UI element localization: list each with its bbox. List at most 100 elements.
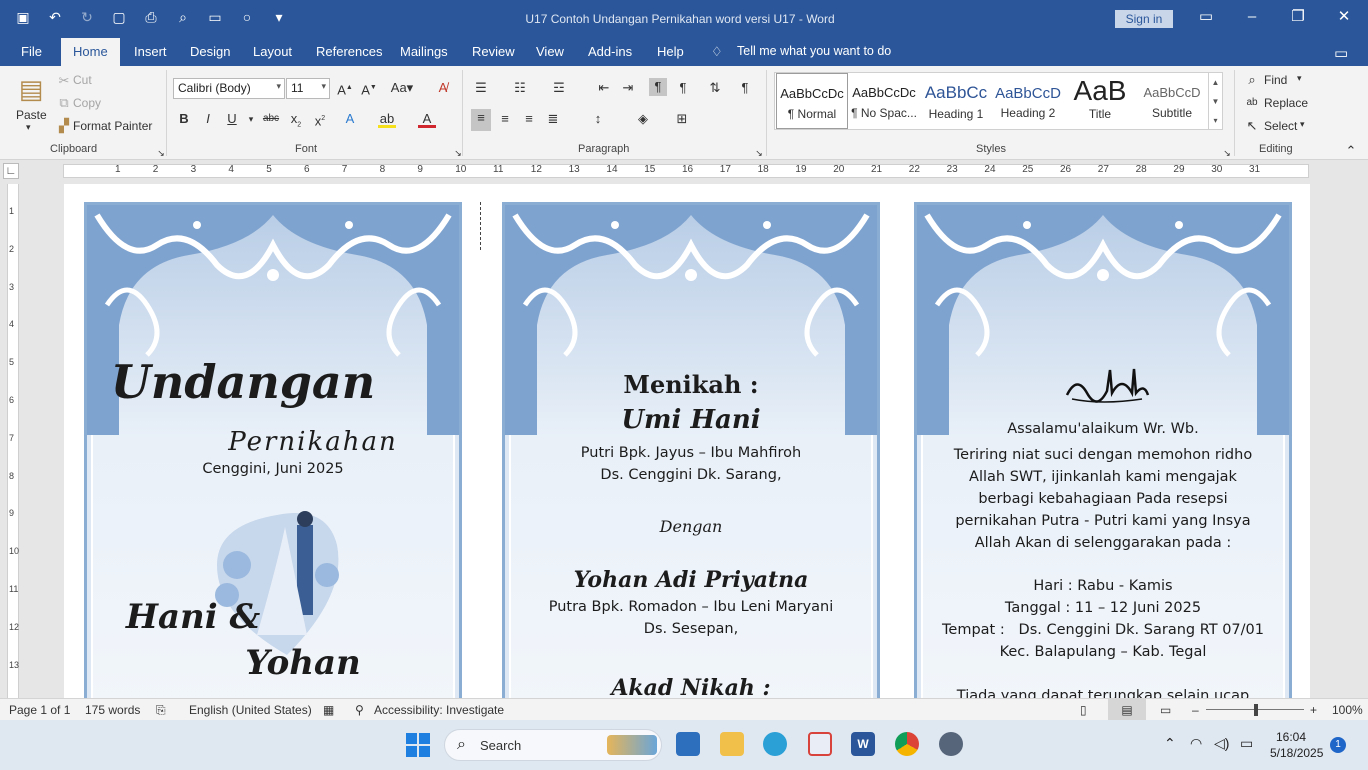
undo-icon[interactable]: ↶ xyxy=(46,8,64,26)
font-size-combo[interactable]: 11 ▾ xyxy=(286,78,330,99)
style-heading-2[interactable]: AaBbCcD Heading 2 xyxy=(992,73,1064,129)
paste-button[interactable]: Paste xyxy=(16,108,47,122)
highlight-icon[interactable]: ab xyxy=(378,110,396,128)
align-center-icon[interactable]: ≡ xyxy=(496,110,514,128)
volume-icon[interactable]: ◁) xyxy=(1214,735,1229,752)
predictions-icon[interactable]: ▦ xyxy=(323,703,334,717)
show-formatting-icon[interactable]: ¶ xyxy=(736,79,754,97)
find-icon[interactable]: ⌕ xyxy=(1243,71,1261,89)
format-painter-icon[interactable]: ▞ xyxy=(55,117,73,135)
page-count[interactable]: Page 1 of 1 xyxy=(9,703,70,717)
word-count[interactable]: 175 words xyxy=(85,703,140,717)
font-name-combo[interactable]: Calibri (Body) ▾ xyxy=(173,78,285,99)
file-explorer-icon[interactable] xyxy=(720,732,744,756)
tab-view[interactable]: View xyxy=(536,44,564,59)
clear-formatting-icon[interactable]: A̸ xyxy=(434,79,452,97)
bullets-icon[interactable]: ☰ xyxy=(472,79,490,97)
show-hidden-icons-icon[interactable]: ⌃ xyxy=(1164,735,1176,752)
web-layout-icon[interactable]: ▭ xyxy=(1160,703,1171,717)
strikethrough-icon[interactable]: abc xyxy=(262,110,280,128)
superscript-icon[interactable]: x2 xyxy=(311,110,329,128)
read-mode-icon[interactable]: ▯ xyxy=(1080,703,1087,717)
invitation-details-card[interactable]: Assalamu'alaikum Wr. Wb. Teriring niat s… xyxy=(914,202,1292,698)
find-button[interactable]: Find xyxy=(1264,73,1287,87)
customize-toolbar-icon[interactable]: ▾ xyxy=(270,8,288,26)
clock-date[interactable]: 5/18/2025 xyxy=(1270,746,1323,760)
tab-add-ins[interactable]: Add-ins xyxy=(588,44,632,59)
taskbar-search[interactable]: ⌕ Search xyxy=(444,729,662,761)
ribbon-display-options-icon[interactable]: ▭ xyxy=(1192,6,1220,28)
italic-icon[interactable]: I xyxy=(199,110,217,128)
decrease-indent-icon[interactable]: ⇤ xyxy=(595,79,613,97)
increase-indent-icon[interactable]: ⇥ xyxy=(619,79,637,97)
paste-icon[interactable]: ▤ xyxy=(16,72,46,106)
invitation-cover-card[interactable]: Undangan Pernikahan Cenggini, Juni 2025 … xyxy=(84,202,462,698)
grow-font-icon[interactable]: A▲ xyxy=(336,79,354,97)
style-no-spacing[interactable]: AaBbCcDc ¶ No Spac... xyxy=(848,73,920,129)
sort-icon[interactable]: ⇅ xyxy=(706,79,724,97)
shading-icon[interactable]: ◈ xyxy=(634,110,652,128)
sign-in-button[interactable]: Sign in xyxy=(1115,10,1173,28)
tab-insert[interactable]: Insert xyxy=(134,44,167,59)
invitation-couple-card[interactable]: Menikah : Umi Hani Putri Bpk. Jayus – Ib… xyxy=(502,202,880,698)
align-left-icon[interactable]: ≡ xyxy=(471,109,491,131)
select-button[interactable]: Select xyxy=(1264,119,1297,133)
open-folder-icon[interactable]: ▭ xyxy=(206,8,224,26)
underline-dropdown-icon[interactable]: ▾ xyxy=(242,110,260,128)
tab-references[interactable]: References xyxy=(316,44,382,59)
print-layout-icon[interactable]: ▤ xyxy=(1108,699,1146,720)
tab-layout[interactable]: Layout xyxy=(253,44,292,59)
numbering-icon[interactable]: ☷ xyxy=(511,79,529,97)
tab-selector-icon[interactable]: ∟ xyxy=(3,163,19,179)
tab-help[interactable]: Help xyxy=(657,44,684,59)
comments-icon[interactable]: ▭ xyxy=(1334,44,1348,62)
collapse-ribbon-icon[interactable]: ⌃ xyxy=(1342,142,1360,160)
style-subtitle[interactable]: AaBbCcD Subtitle xyxy=(1136,73,1208,129)
style-heading-1[interactable]: AaBbCc Heading 1 xyxy=(920,73,992,129)
new-document-icon[interactable]: ▢ xyxy=(110,8,128,26)
app-icon[interactable] xyxy=(939,732,963,756)
clock-time[interactable]: 16:04 xyxy=(1276,730,1306,744)
redo-icon[interactable]: ↻ xyxy=(78,8,96,26)
style-title[interactable]: AaB Title xyxy=(1064,73,1136,129)
minimize-icon[interactable]: – xyxy=(1238,6,1266,28)
tab-review[interactable]: Review xyxy=(472,44,515,59)
chrome-icon[interactable] xyxy=(895,732,919,756)
replace-button[interactable]: Replace xyxy=(1264,96,1308,110)
start-icon[interactable] xyxy=(406,733,430,757)
styles-scroll[interactable]: ▲ ▼ ▾ xyxy=(1208,73,1222,129)
wifi-icon[interactable]: ◠ xyxy=(1190,735,1202,752)
store-app-icon[interactable] xyxy=(676,732,700,756)
change-case-icon[interactable]: Aa▾ xyxy=(388,79,416,97)
tab-file[interactable]: File xyxy=(21,44,42,59)
tab-home[interactable]: Home xyxy=(61,38,120,66)
shrink-font-icon[interactable]: A▼ xyxy=(360,79,378,97)
line-spacing-icon[interactable]: ↕ xyxy=(589,110,607,128)
rtl-direction-icon[interactable]: ¶ xyxy=(674,79,692,97)
restore-icon[interactable]: ❐ xyxy=(1284,6,1312,28)
tell-me-search[interactable]: Tell me what you want to do xyxy=(737,44,891,58)
print-preview-icon[interactable]: ⌕ xyxy=(174,8,192,26)
subscript-icon[interactable]: x2 xyxy=(287,110,305,129)
document-area[interactable]: Undangan Pernikahan Cenggini, Juni 2025 … xyxy=(24,184,1368,698)
edge-icon[interactable] xyxy=(763,732,787,756)
close-icon[interactable]: ✕ xyxy=(1330,6,1358,28)
zoom-in-icon[interactable]: + xyxy=(1310,703,1317,717)
replace-icon[interactable]: ab xyxy=(1243,94,1261,112)
font-color-icon[interactable]: A xyxy=(418,110,436,128)
format-painter-button[interactable]: Format Painter xyxy=(73,119,152,133)
accessibility-icon[interactable]: ⚲ xyxy=(355,703,364,717)
tab-design[interactable]: Design xyxy=(190,44,230,59)
battery-icon[interactable]: ▭ xyxy=(1240,735,1253,752)
notification-badge[interactable]: 1 xyxy=(1330,737,1346,753)
snipping-tool-icon[interactable] xyxy=(808,732,832,756)
circle-shape-icon[interactable]: ○ xyxy=(238,8,256,26)
bold-icon[interactable]: B xyxy=(175,110,193,128)
find-dropdown-icon[interactable]: ▾ xyxy=(1297,73,1302,84)
print-icon[interactable]: ⎙ xyxy=(142,8,160,26)
multilevel-list-icon[interactable]: ☲ xyxy=(550,79,568,97)
language[interactable]: English (United States) xyxy=(189,703,312,717)
zoom-slider-thumb[interactable] xyxy=(1254,704,1258,716)
tab-mailings[interactable]: Mailings xyxy=(400,44,448,59)
style-normal[interactable]: AaBbCcDc ¶ Normal xyxy=(776,73,848,129)
